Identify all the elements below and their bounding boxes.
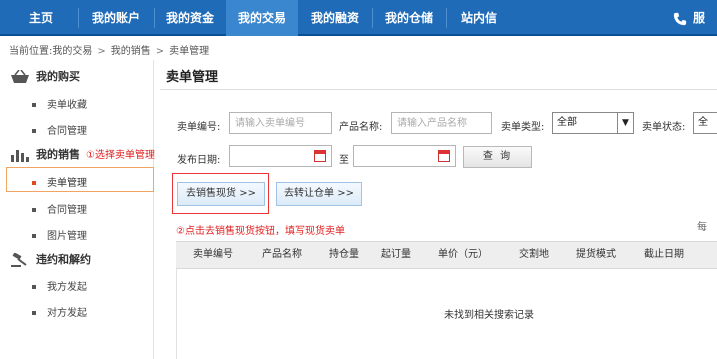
step1-annotation: ①选择卖单管理 xyxy=(86,150,155,161)
column-header[interactable]: 截止日期 xyxy=(644,242,684,268)
column-header[interactable]: 提货模式 xyxy=(576,242,616,268)
sidebar-item-images[interactable]: 图片管理 xyxy=(32,227,87,242)
empty-state-text: 未找到相关搜索记录 xyxy=(444,310,534,321)
order-type-label: 卖单类型: xyxy=(501,122,545,133)
breadcrumb-separator: > xyxy=(97,46,106,57)
date-range-separator: 至 xyxy=(339,155,349,166)
bar-chart-icon xyxy=(11,150,29,162)
nav-my-funds[interactable]: 我的资金 xyxy=(155,0,225,36)
go-sell-spot-button[interactable]: 去销售现货 >> xyxy=(177,182,265,206)
search-button[interactable]: 查 询 xyxy=(463,146,532,168)
calendar-icon[interactable] xyxy=(438,150,450,162)
page-title: 卖单管理 xyxy=(166,70,219,85)
sidebar-item-initiated-by-me[interactable]: 我方发起 xyxy=(32,278,87,293)
sidebar-group-label: 我的购买 xyxy=(36,70,80,83)
breadcrumb-separator: > xyxy=(155,46,165,57)
order-status-value: 全 xyxy=(698,117,708,128)
breadcrumb-item-sales[interactable]: 我的销售 xyxy=(111,46,151,57)
sidebar-item-favorites[interactable]: 卖单收藏 xyxy=(32,96,87,111)
product-name-label: 产品名称: xyxy=(339,122,383,133)
column-header[interactable]: 起订量 xyxy=(381,242,411,268)
column-header[interactable]: 交割地 xyxy=(519,242,549,268)
phone-icon xyxy=(673,12,687,25)
column-header[interactable]: 产品名称 xyxy=(262,242,302,268)
order-type-select[interactable]: 全部 ▼ xyxy=(552,112,634,134)
top-nav: 主页 我的账户 我的资金 我的交易 我的融资 我的仓储 站内信 服 xyxy=(0,0,717,36)
breadcrumb-item-current: 卖单管理 xyxy=(169,46,210,57)
breadcrumb-item-trade[interactable]: 我的交易 xyxy=(52,46,92,57)
nav-divider xyxy=(78,8,79,28)
nav-my-financing[interactable]: 我的融资 xyxy=(299,0,371,36)
nav-my-account[interactable]: 我的账户 xyxy=(80,0,152,36)
column-header[interactable]: 持仓量 xyxy=(329,242,359,268)
order-no-input[interactable] xyxy=(229,112,332,134)
nav-inbox[interactable]: 站内信 xyxy=(447,0,511,36)
chevron-down-icon: ▼ xyxy=(617,113,633,133)
order-no-label: 卖单编号: xyxy=(177,122,221,133)
sidebar-item-contracts[interactable]: 合同管理 xyxy=(32,122,87,137)
order-status-select[interactable]: 全 xyxy=(693,112,717,134)
nav-home[interactable]: 主页 xyxy=(6,0,76,36)
gavel-icon xyxy=(11,252,27,267)
sidebar-group-purchase[interactable]: 我的购买 xyxy=(10,68,80,84)
per-page-label: 每 xyxy=(697,222,707,233)
breadcrumb: 当前位置:我的交易 > 我的销售 > 卖单管理 xyxy=(9,42,209,57)
date-to-input[interactable] xyxy=(353,145,456,167)
column-header[interactable]: 卖单编号 xyxy=(193,242,233,268)
order-status-label: 卖单状态: xyxy=(642,122,686,133)
order-type-value: 全部 xyxy=(557,117,577,128)
sidebar-group-breach[interactable]: 违约和解约 xyxy=(10,251,91,267)
customer-service[interactable]: 服 xyxy=(673,0,717,36)
publish-date-label: 发布日期: xyxy=(177,155,221,166)
sidebar-group-label: 我的销售 xyxy=(36,148,80,161)
service-label: 服 xyxy=(693,11,706,25)
sidebar-group-label: 违约和解约 xyxy=(36,253,91,266)
nav-my-warehouse[interactable]: 我的仓储 xyxy=(373,0,445,36)
title-divider xyxy=(160,89,717,90)
sidebar-group-sales[interactable]: 我的销售 ①选择卖单管理 xyxy=(10,146,155,162)
go-transfer-warehouse-button[interactable]: 去转让仓单 >> xyxy=(276,182,362,206)
calendar-icon[interactable] xyxy=(314,150,326,162)
nav-my-trade[interactable]: 我的交易 xyxy=(226,0,298,36)
sidebar-item-sell-orders[interactable]: 卖单管理 xyxy=(32,174,87,189)
table-header: 卖单编号 产品名称 持仓量 起订量 单价（元） 交割地 提货模式 截止日期 xyxy=(176,241,717,269)
step2-annotation: ②点击去销售现货按钮，填写现货卖单 xyxy=(176,226,345,237)
basket-icon xyxy=(11,69,29,83)
column-header[interactable]: 单价（元） xyxy=(438,242,488,268)
sidebar-item-sales-contracts[interactable]: 合同管理 xyxy=(32,201,87,216)
sidebar: 我的购买 卖单收藏 合同管理 我的销售 ①选择卖单管理 卖单管理 合同管理 图片管… xyxy=(6,60,155,359)
sidebar-item-initiated-by-other[interactable]: 对方发起 xyxy=(32,304,87,319)
date-from-input[interactable] xyxy=(229,145,332,167)
breadcrumb-prefix: 当前位置: xyxy=(9,46,53,57)
product-name-input[interactable] xyxy=(391,112,492,134)
